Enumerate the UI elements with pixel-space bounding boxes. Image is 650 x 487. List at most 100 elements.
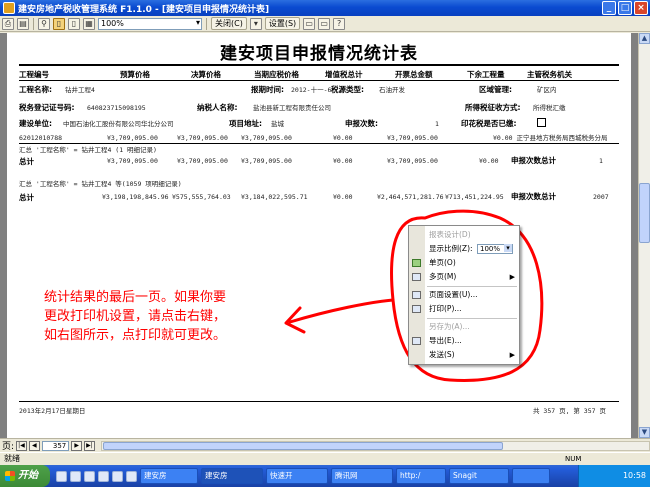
quick-launch-icon[interactable] bbox=[84, 470, 95, 482]
close-button[interactable]: 关闭(C) bbox=[211, 17, 247, 30]
prev-page-icon[interactable]: ◀ bbox=[28, 440, 40, 451]
menu-item-zoom[interactable]: 显示比例(Z): 100% bbox=[409, 243, 519, 255]
close-window-button[interactable]: × bbox=[634, 1, 648, 15]
num-lock-indicator: NUM bbox=[565, 455, 582, 463]
page-number-input[interactable]: 357 bbox=[41, 440, 70, 451]
menu-item-print[interactable]: 打印(P)... bbox=[409, 303, 519, 315]
window-title: 建安房地产税收管理系统 F1.1.0 - [建安项目申报情况统计表] bbox=[18, 4, 270, 15]
menu-item-export[interactable]: 导出(E)... bbox=[409, 335, 519, 347]
quick-launch-icon[interactable] bbox=[112, 470, 123, 482]
zoom-select[interactable]: 100% bbox=[98, 17, 202, 30]
taskbar-item[interactable]: 快速开 bbox=[266, 468, 328, 484]
taskbar: 开始 建安房 建安房 快速开 腾讯网 http:/ Snagit 10:58 bbox=[0, 465, 650, 487]
page-setup-icon bbox=[412, 291, 421, 299]
scroll-thumb[interactable] bbox=[639, 183, 650, 243]
column-header: 当期应税价格 bbox=[254, 70, 299, 79]
setup-button[interactable]: 设置(S) bbox=[264, 17, 301, 30]
detail-invoice: ¥3,709,095.00 bbox=[387, 134, 438, 142]
period-value: 2012-十一-6 bbox=[291, 86, 332, 94]
taskbar-item[interactable]: 建安房 bbox=[201, 468, 263, 484]
detail-office: ¥0.00 正宁县地方税务局西城税务分局 bbox=[493, 134, 608, 142]
zoom-icon[interactable]: ⚲ bbox=[38, 17, 50, 30]
stamp-tax-checkbox bbox=[537, 118, 546, 127]
scroll-down-icon[interactable]: ▼ bbox=[639, 427, 650, 438]
two-pages-icon[interactable]: ▯ bbox=[68, 17, 80, 30]
horizontal-scrollbar[interactable] bbox=[100, 440, 650, 451]
quick-launch-icon[interactable] bbox=[98, 470, 109, 482]
menu-item-multi-page[interactable]: 多页(M) ▶ bbox=[409, 271, 519, 283]
menu-item-single-page[interactable]: 单页(O) bbox=[409, 257, 519, 269]
group-final: ¥3,709,095.00 bbox=[177, 157, 228, 165]
taxpayer-value: 盐池县新工程有限责任公司 bbox=[253, 104, 331, 112]
system-tray-clock[interactable]: 10:58 bbox=[578, 465, 650, 487]
tax-reg-label: 税务登记证号码: bbox=[19, 103, 75, 112]
group-taxable: ¥3,184,022,595.71 bbox=[241, 193, 308, 201]
taskbar-item[interactable]: 建安房 bbox=[140, 468, 198, 484]
export-icon[interactable]: ▤ bbox=[17, 17, 29, 30]
dropdown-icon[interactable]: ▾ bbox=[249, 17, 262, 30]
detail-vat: ¥0.00 bbox=[333, 134, 353, 142]
first-page-icon[interactable]: |◀ bbox=[16, 440, 27, 451]
menu-zoom-select[interactable]: 100% bbox=[477, 244, 513, 254]
taskbar-item[interactable]: Snagit bbox=[449, 468, 509, 484]
toolbar-separator bbox=[206, 17, 207, 30]
group-count-value: 1 bbox=[599, 157, 603, 165]
taskbar-item[interactable]: http:/ bbox=[396, 468, 446, 484]
group-count-label: 申报次数总计 bbox=[511, 192, 556, 201]
column-header: 主管税务机关 bbox=[527, 70, 572, 79]
project-name-value: 钻井工程4 bbox=[65, 86, 95, 94]
menu-item-label: 显示比例(Z): bbox=[429, 244, 473, 253]
copy-icon[interactable]: ▭ bbox=[303, 17, 316, 30]
menu-item-label: 打印(P)... bbox=[429, 304, 462, 313]
period-label: 报期时间: bbox=[251, 85, 284, 94]
quick-launch-icon[interactable] bbox=[70, 470, 81, 482]
preview-area[interactable]: 建安项目申报情况统计表 工程编号 预算价格 决算价格 当期应税价格 增值税总计 … bbox=[0, 33, 638, 438]
multi-page-icon[interactable]: ▦ bbox=[83, 17, 95, 30]
print-icon[interactable]: ⎙ bbox=[2, 17, 14, 30]
status-bar: 就绪 NUM bbox=[0, 452, 650, 465]
vertical-scrollbar[interactable]: ▲ ▼ bbox=[638, 33, 650, 438]
menu-item-label: 页面设置(U)... bbox=[429, 290, 478, 299]
scroll-up-icon[interactable]: ▲ bbox=[639, 33, 650, 44]
single-page-icon[interactable]: ▯ bbox=[53, 17, 65, 30]
group-total-label: 总计 bbox=[19, 193, 34, 202]
column-header: 开票总金额 bbox=[395, 70, 433, 79]
menu-item-save-as[interactable]: 另存为(A)... bbox=[409, 321, 519, 333]
annotation-text: 统计结果的最后一页。如果你要 更改打印机设置，请点击右键， 如右图所示，点打印就… bbox=[44, 288, 266, 345]
column-header: 决算价格 bbox=[191, 70, 221, 79]
header-rule bbox=[19, 80, 619, 81]
submenu-arrow-icon: ▶ bbox=[509, 351, 515, 359]
menu-item-page-setup[interactable]: 页面设置(U)... bbox=[409, 289, 519, 301]
region-label: 区域管理: bbox=[479, 85, 512, 94]
annotation-line: 更改打印机设置，请点击右键， bbox=[44, 309, 227, 324]
window-icon[interactable]: ▭ bbox=[318, 17, 331, 30]
help-icon[interactable]: ? bbox=[333, 17, 346, 30]
menu-item-design[interactable]: 报表设计(D) bbox=[409, 229, 519, 241]
detail-taxable: ¥3,709,095.00 bbox=[241, 134, 292, 142]
print-icon bbox=[412, 305, 421, 313]
last-page-icon[interactable]: ▶| bbox=[84, 440, 95, 451]
title-bar: 建安房地产税收管理系统 F1.1.0 - [建安项目申报情况统计表] _ □ × bbox=[0, 0, 650, 16]
taskbar-item[interactable]: 腾讯网 bbox=[331, 468, 393, 484]
report-title: 建安项目申报情况统计表 bbox=[220, 44, 418, 64]
status-text: 就绪 bbox=[4, 454, 20, 463]
taskbar-item[interactable] bbox=[512, 468, 550, 484]
multi-page-icon bbox=[412, 273, 421, 281]
menu-item-label: 报表设计(D) bbox=[429, 230, 471, 239]
scroll-thumb[interactable] bbox=[102, 441, 503, 450]
menu-item-send[interactable]: 发送(S) ▶ bbox=[409, 349, 519, 361]
declare-count-value: 1 bbox=[435, 120, 439, 128]
menu-separator bbox=[427, 286, 517, 287]
maximize-button[interactable]: □ bbox=[618, 1, 632, 15]
detail-budget: ¥3,709,095.00 bbox=[107, 134, 158, 142]
next-page-icon[interactable]: ▶ bbox=[71, 440, 83, 451]
tax-source-label: 税源类型: bbox=[331, 85, 364, 94]
column-header: 预算价格 bbox=[120, 70, 150, 79]
quick-launch-icon[interactable] bbox=[126, 470, 137, 482]
detail-rule bbox=[19, 143, 619, 144]
quick-launch-icon[interactable] bbox=[56, 470, 67, 482]
group-vat: ¥0.00 bbox=[333, 193, 353, 201]
start-button[interactable]: 开始 bbox=[0, 465, 50, 487]
group-invoice: ¥3,709,095.00 bbox=[387, 157, 438, 165]
minimize-button[interactable]: _ bbox=[602, 1, 616, 15]
